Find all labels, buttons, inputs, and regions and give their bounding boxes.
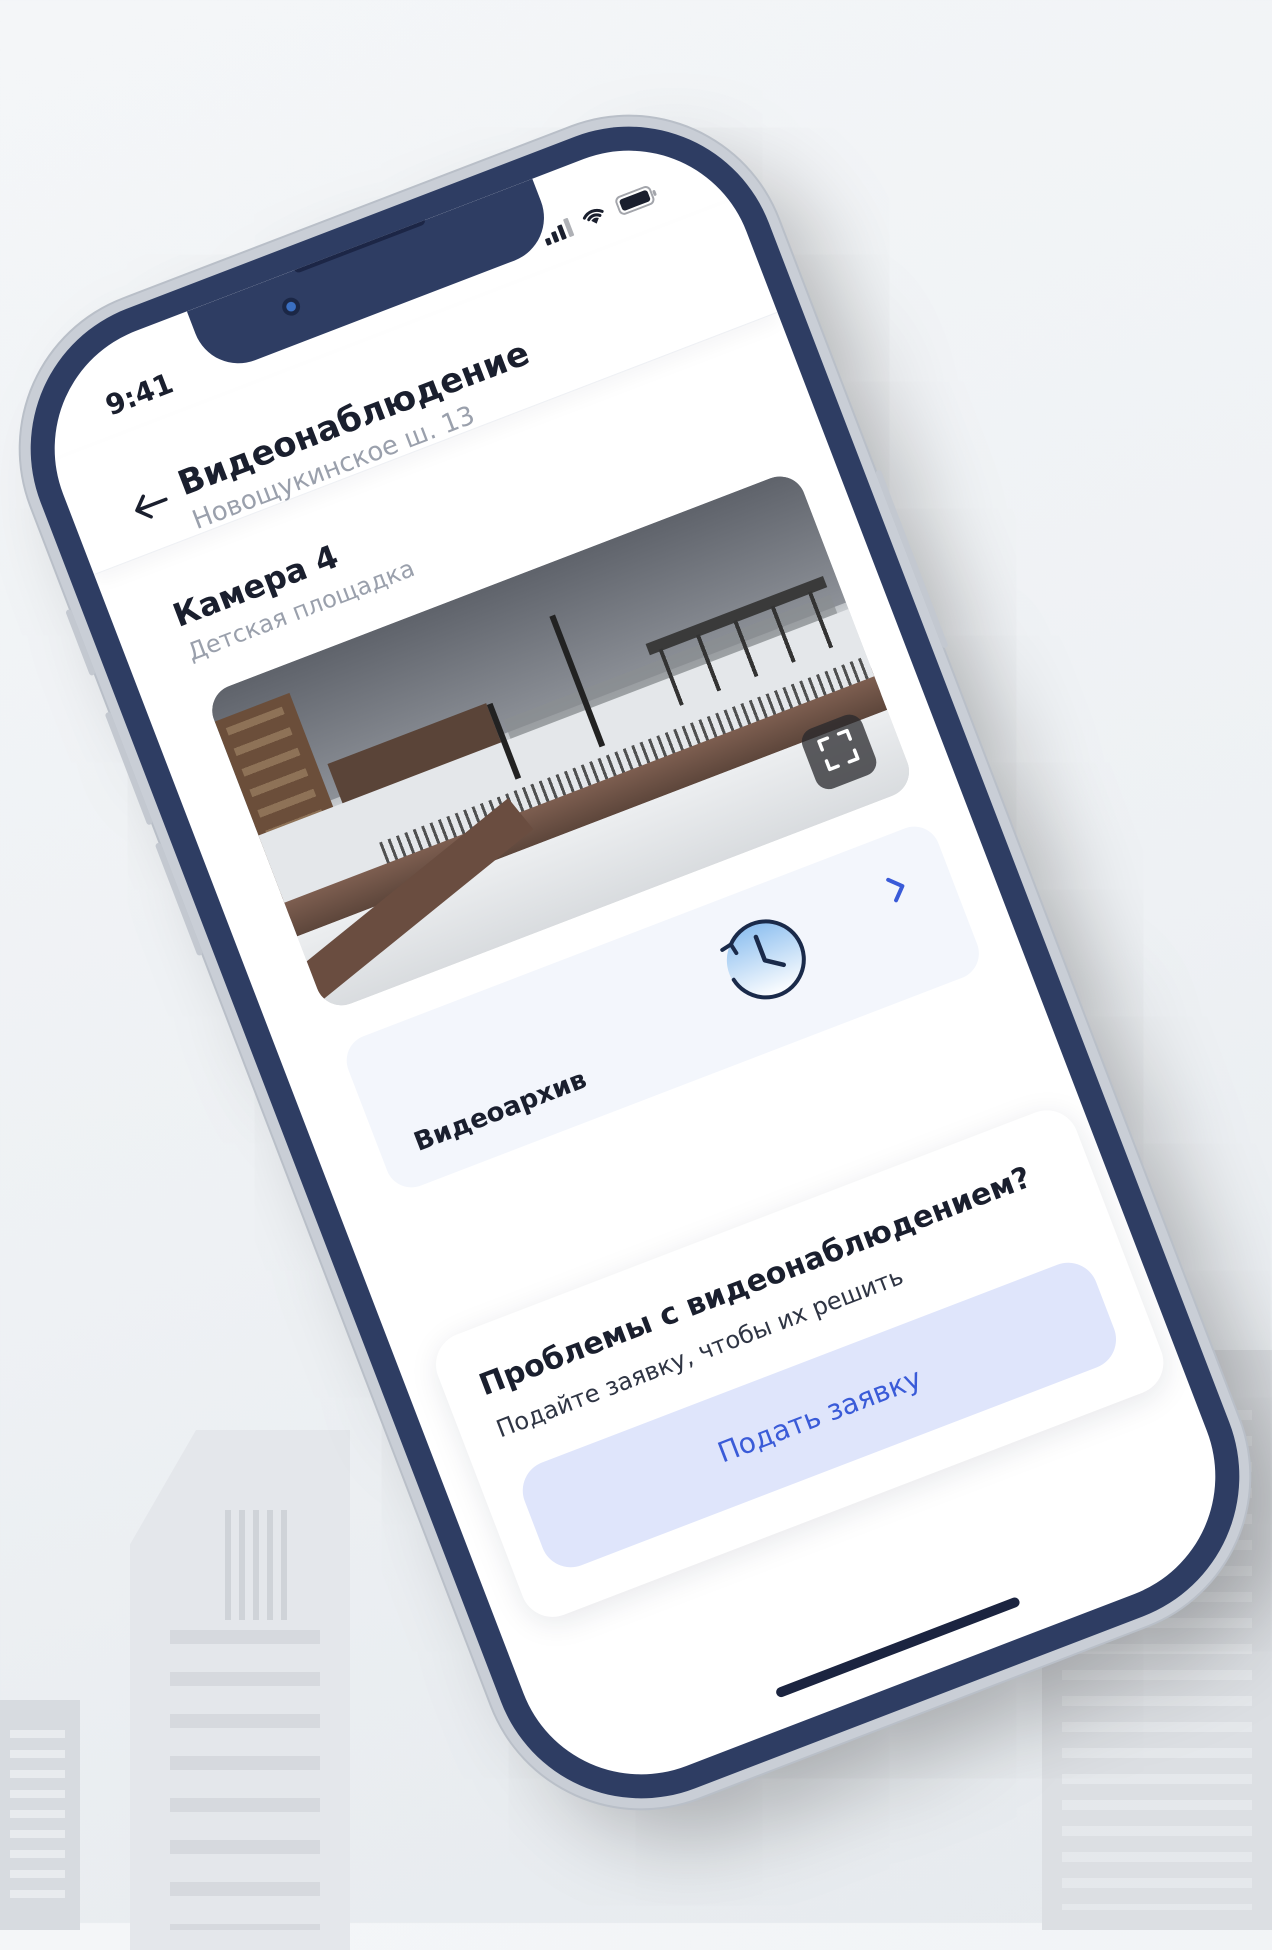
video-archive-label: Видеоархив [409,1064,591,1158]
fullscreen-icon [815,727,863,777]
back-arrow-icon[interactable] [129,486,174,529]
signal-icon [539,215,575,246]
clock-history-icon [691,890,835,1036]
speaker [292,214,427,274]
front-camera [279,295,303,319]
volume-up-button [104,711,154,826]
wifi-icon [578,202,609,230]
home-indicator[interactable] [774,1596,1022,1699]
background-building [0,1700,80,1930]
mute-switch [65,608,96,677]
status-time: 9:41 [100,366,178,423]
volume-down-button [154,842,204,957]
chevron-right-icon [883,870,914,909]
background-building [130,1430,350,1950]
battery-icon [614,183,660,217]
help-card: Проблемы с видеонаблюдением? Подайте зая… [426,1101,1173,1627]
